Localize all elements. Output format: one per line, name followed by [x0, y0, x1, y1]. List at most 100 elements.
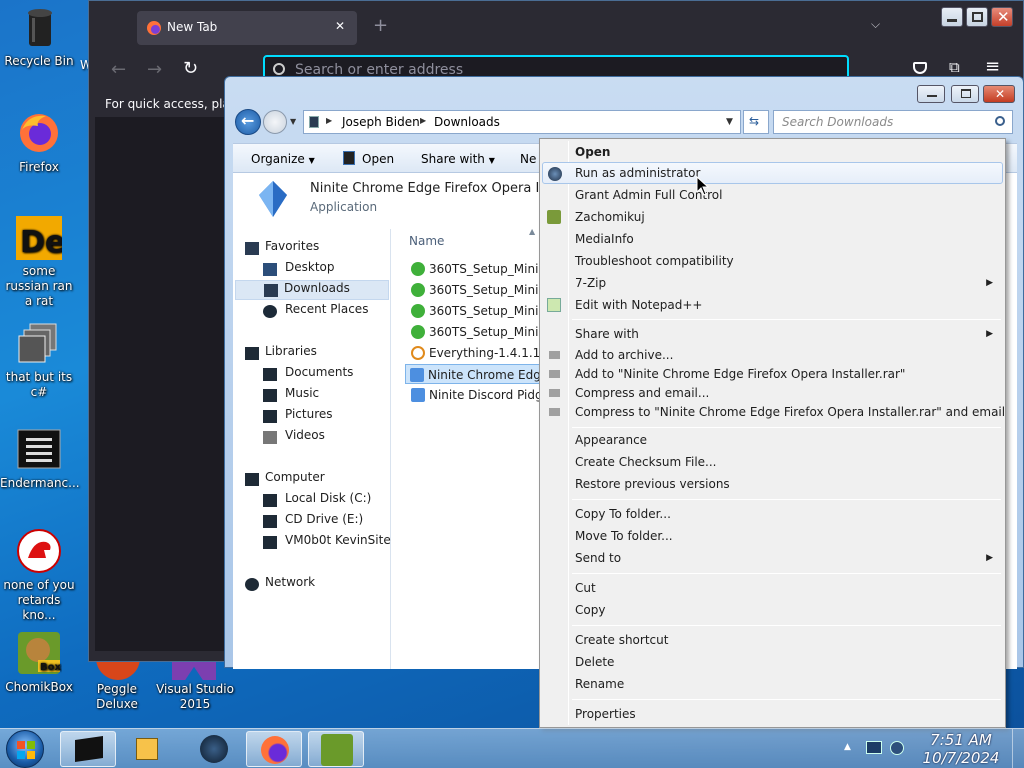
back-arrow-icon[interactable]: ←	[111, 59, 126, 80]
new-tab-icon[interactable]: +	[373, 15, 388, 36]
cd-drive-icon	[263, 515, 277, 528]
nav-desktop[interactable]: Desktop	[255, 260, 335, 280]
nav-network[interactable]: Network	[245, 575, 315, 595]
recycle-bin-icon	[16, 4, 62, 50]
nav-computer[interactable]: Computer	[245, 470, 325, 490]
nav-downloads[interactable]: Downloads	[235, 280, 389, 300]
menu-item-move-to-folder[interactable]: Move To folder...	[542, 525, 1003, 547]
file-item-selected[interactable]: Ninite Chrome Edge	[405, 364, 548, 384]
file-item[interactable]: Everything-1.4.1.102	[407, 343, 556, 363]
new-folder-button[interactable]: Ne	[520, 152, 536, 166]
address-dropdown-icon[interactable]: ▼	[726, 117, 733, 127]
desktop-icon-visual-studio[interactable]: Visual Studio 2015	[156, 662, 234, 712]
menu-label: Create Checksum File...	[575, 455, 717, 469]
nav-videos[interactable]: Videos	[255, 428, 325, 448]
menu-hamburger-icon[interactable]: ≡	[985, 56, 1000, 77]
show-hidden-icons-icon[interactable]: ▲	[844, 742, 851, 752]
taskbar-app-globe[interactable]	[186, 731, 242, 767]
file-item[interactable]: 360TS_Setup_Mini.ex	[407, 322, 557, 342]
menu-item-open[interactable]: Open	[542, 141, 1003, 163]
menu-item-create-shortcut[interactable]: Create shortcut	[542, 629, 1003, 651]
forward-arrow-icon[interactable]: →	[147, 59, 162, 80]
desktop-icon-recycle-bin[interactable]: Recycle Bin	[0, 4, 78, 69]
nav-music[interactable]: Music	[255, 386, 319, 406]
extensions-icon[interactable]: ⧉	[949, 58, 960, 76]
start-button[interactable]	[6, 730, 44, 768]
tab-close-icon[interactable]: ✕	[335, 19, 345, 33]
menu-item-7zip[interactable]: 7-Zip ▶	[542, 272, 1003, 294]
menu-item-grant-admin[interactable]: Grant Admin Full Control	[542, 184, 1003, 206]
desktop-icon-russian-rat[interactable]: De some russian ran a rat	[0, 214, 78, 309]
taskbar-app-media[interactable]	[120, 731, 176, 767]
file-item[interactable]: Ninite Discord Pidgi	[407, 385, 546, 405]
open-button[interactable]: Open	[362, 152, 394, 166]
explorer-maximize-button[interactable]	[951, 85, 979, 103]
close-button[interactable]: ✕	[991, 7, 1013, 27]
nav-local-disk[interactable]: Local Disk (C:)	[255, 491, 371, 511]
menu-item-mediainfo[interactable]: MediaInfo	[542, 228, 1003, 250]
share-with-button[interactable]: Share with ▼	[421, 152, 495, 166]
desktop-icon-chomikbox[interactable]: Box ChomikBox	[0, 630, 78, 695]
menu-item-compress-rar-email[interactable]: Compress to "Ninite Chrome Edge Firefox …	[542, 401, 1005, 423]
desktop-icon-none-of-you[interactable]: none of you retards kno...	[0, 528, 78, 623]
desktop-icon-csharp[interactable]: that but its c#	[0, 320, 78, 400]
menu-item-send-to[interactable]: Send to ▶	[542, 547, 1003, 569]
breadcrumb-user[interactable]: Joseph Biden	[342, 115, 420, 129]
forward-button[interactable]	[263, 110, 287, 134]
tab-new-tab[interactable]: New Tab ✕	[137, 11, 357, 45]
reload-icon[interactable]: ↻	[183, 58, 198, 79]
file-item[interactable]: 360TS_Setup_Mini(3)	[407, 301, 555, 321]
pocket-icon[interactable]	[913, 62, 927, 74]
history-dropdown-icon[interactable]: ▼	[290, 117, 296, 126]
file-item[interactable]: 360TS_Setup_Mini(2)	[407, 280, 555, 300]
address-bar[interactable]: ▶ Joseph Biden ▶ Downloads ▼	[303, 110, 741, 134]
search-icon	[995, 116, 1005, 126]
explorer-minimize-button[interactable]	[917, 85, 945, 103]
menu-item-create-checksum[interactable]: Create Checksum File...	[542, 451, 1003, 473]
nav-libraries[interactable]: Libraries	[245, 344, 317, 364]
menu-item-properties[interactable]: Properties	[542, 703, 1003, 725]
nav-pictures[interactable]: Pictures	[255, 407, 333, 427]
menu-label: Delete	[575, 655, 615, 669]
menu-item-delete[interactable]: Delete	[542, 651, 1003, 673]
volume-tray-icon[interactable]	[890, 741, 904, 755]
refresh-button[interactable]: ⇆	[743, 110, 769, 134]
desktop-icon-endermanch[interactable]: Endermanc...	[0, 426, 80, 491]
clock[interactable]: 7:51 AM 10/7/2024	[916, 731, 1006, 767]
maximize-button[interactable]	[966, 7, 988, 27]
taskbar-app-terminal[interactable]	[60, 731, 116, 767]
nav-cd-drive[interactable]: CD Drive (E:)	[255, 512, 363, 532]
monitor-tray-icon[interactable]	[866, 741, 882, 754]
nav-recent-places[interactable]: Recent Places	[255, 302, 368, 322]
menu-item-run-as-admin[interactable]: Run as administrator	[542, 162, 1003, 184]
nav-documents[interactable]: Documents	[255, 365, 353, 385]
menu-label: Troubleshoot compatibility	[575, 254, 734, 268]
menu-item-zachomikuj[interactable]: Zachomikuj	[542, 206, 1003, 228]
nav-favorites[interactable]: Favorites	[245, 239, 319, 259]
explorer-close-button[interactable]: ✕	[983, 85, 1015, 103]
menu-item-restore-versions[interactable]: Restore previous versions	[542, 473, 1003, 495]
menu-item-copy-to-folder[interactable]: Copy To folder...	[542, 503, 1003, 525]
menu-item-notepadpp[interactable]: Edit with Notepad++	[542, 294, 1003, 316]
desktop-icon-firefox[interactable]: Firefox	[0, 110, 78, 175]
show-desktop-button[interactable]	[1012, 729, 1024, 768]
column-header-name[interactable]: Name	[409, 234, 444, 248]
taskbar-app-chomikbox[interactable]	[308, 731, 364, 767]
search-downloads-input[interactable]: Search Downloads	[773, 110, 1013, 134]
menu-item-copy[interactable]: Copy	[542, 599, 1003, 621]
menu-item-rename[interactable]: Rename	[542, 673, 1003, 695]
menu-separator	[572, 499, 1001, 500]
file-item[interactable]: 360TS_Setup_Mini(1)	[407, 259, 555, 279]
back-button[interactable]: ←	[235, 109, 261, 135]
menu-item-cut[interactable]: Cut	[542, 577, 1003, 599]
menu-item-troubleshoot[interactable]: Troubleshoot compatibility	[542, 250, 1003, 272]
taskbar-app-firefox[interactable]	[246, 731, 302, 767]
minimize-icon	[927, 95, 937, 97]
breadcrumb-downloads[interactable]: Downloads	[434, 115, 500, 129]
minimize-button[interactable]	[941, 7, 963, 27]
organize-button[interactable]: Organize ▼	[251, 152, 315, 166]
list-tabs-chevron-icon[interactable]: ⌵	[871, 17, 880, 32]
nav-vm-share[interactable]: VM0b0t KevinSite	[255, 533, 391, 553]
menu-item-appearance[interactable]: Appearance	[542, 429, 1003, 451]
menu-item-share-with[interactable]: Share with ▶	[542, 323, 1003, 345]
